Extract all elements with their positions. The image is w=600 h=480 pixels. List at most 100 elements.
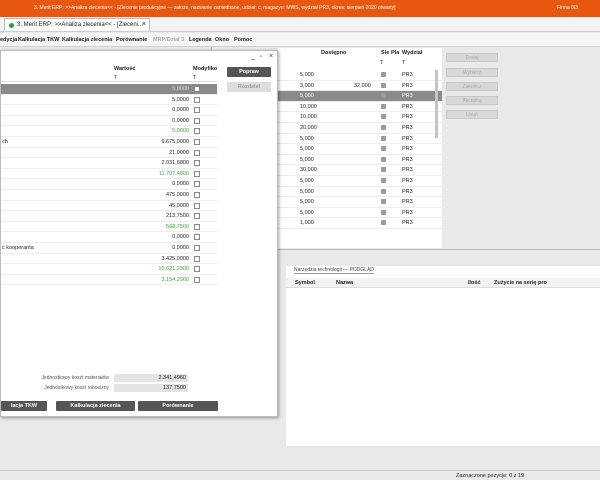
table-row[interactable]: 10,000 PR3 — [278, 102, 442, 113]
table-row[interactable]: 3.425,0000 — [1, 254, 217, 265]
modify-checkbox[interactable] — [194, 213, 200, 220]
table-row[interactable]: ć kooperanta 0,0000 — [1, 243, 217, 254]
modify-checkbox[interactable] — [194, 117, 200, 124]
close-icon[interactable]: × — [142, 21, 146, 28]
table-row[interactable]: 475,0000 — [1, 190, 217, 201]
table-row[interactable]: 5,000 PR3 — [278, 155, 442, 166]
table-row[interactable]: 3.154,2960 — [1, 275, 217, 286]
select-button[interactable]: Wybierz — [446, 68, 498, 77]
modify-checkbox[interactable] — [194, 266, 200, 273]
filter-modyfikacja[interactable]: T — [193, 75, 196, 81]
table-row[interactable]: 0,0000 — [1, 105, 217, 116]
kalkulacja-zlecenia-button[interactable]: Kalkulacja zlecenia — [56, 401, 135, 411]
modify-checkbox[interactable] — [194, 160, 200, 167]
horizontal-splitter[interactable] — [278, 249, 600, 250]
popraw-button[interactable]: Popraw — [227, 67, 271, 77]
lock-icon — [381, 156, 386, 162]
menu-okno[interactable]: Okno — [215, 37, 229, 43]
lock-icon — [381, 135, 386, 141]
filter-sle[interactable]: T — [380, 60, 383, 66]
modify-checkbox[interactable] — [194, 107, 200, 114]
row-wydzial: PR3 — [402, 156, 413, 163]
lock-icon — [381, 220, 386, 226]
table-row[interactable]: 10,000 PR3 — [278, 112, 442, 123]
menu-edycja[interactable]: edycja — [0, 37, 17, 43]
table-row[interactable]: 0,0000 — [1, 232, 217, 243]
tab-analiza-zlecenia[interactable]: 3. Merit ERP: >>Analiza zlecenia<< - [Zl… — [4, 18, 150, 31]
close-icon[interactable]: × — [269, 53, 273, 60]
filter-wydzial[interactable]: T — [402, 60, 405, 66]
kalkulacja-tkw-button[interactable]: lacja TKW — [1, 401, 47, 411]
modify-checkbox[interactable] — [194, 170, 200, 177]
row-dostepno: 10,000 — [300, 114, 317, 121]
table-row[interactable]: 11.707,4800 — [1, 169, 217, 180]
table-row[interactable]: 5,000 PR3 — [278, 187, 442, 198]
finish-button[interactable]: Zakończ — [446, 82, 498, 91]
table-row[interactable]: 5,000 PR3 — [278, 144, 442, 155]
table-row[interactable]: 0,0000 — [1, 179, 217, 190]
minimize-icon[interactable]: _ — [251, 53, 255, 60]
menu-mrp: MRP/Dział 3 — [153, 37, 185, 43]
menu-kalkulacja-zlecenia[interactable]: Kalkulacja zlecenia — [62, 37, 112, 43]
table-row[interactable]: 5,000 PR3 — [278, 91, 442, 102]
modify-checkbox[interactable] — [194, 191, 200, 198]
table-row[interactable]: 5,000 PR3 — [278, 208, 442, 219]
row-dostepno: 5,000 — [300, 209, 314, 216]
lock-icon — [381, 178, 386, 183]
row-wydzial: PR3 — [402, 125, 413, 131]
window-title: 3. Merit ERP: >>Analiza zlecenia<< - [Zl… — [34, 5, 396, 11]
table-row[interactable]: 15.621,2300 — [1, 264, 217, 275]
modify-checkbox[interactable] — [194, 128, 200, 135]
table-row[interactable]: 5,000 PR3 — [278, 197, 442, 208]
modify-checkbox[interactable] — [194, 234, 200, 241]
row-value: 11.707,4800 — [158, 170, 189, 177]
modify-checkbox[interactable] — [194, 223, 200, 230]
modify-checkbox[interactable] — [194, 149, 200, 156]
table-row[interactable]: 21,0000 — [1, 148, 217, 159]
menu-legenda[interactable]: Legenda — [189, 37, 212, 43]
dialog-rows: 5,0000 5,0000 0,0000 0,0000 5,0000 ch 9.675,00… — [1, 84, 217, 286]
menu-porownanie[interactable]: Porównanie — [116, 37, 147, 43]
modify-checkbox[interactable] — [194, 255, 200, 262]
table-row[interactable]: 30,000 PR3 — [278, 165, 442, 176]
modify-checkbox[interactable] — [194, 202, 200, 209]
table-row[interactable]: 1,000 PR3 — [278, 218, 442, 229]
table-row[interactable]: 568,7500 — [1, 222, 217, 233]
table-row[interactable]: 2.031,6800 — [1, 158, 217, 169]
row-wydzial: PR3 — [402, 220, 413, 227]
row-value: 0,0000 — [172, 181, 189, 188]
modify-checkbox[interactable] — [194, 86, 200, 92]
modify-checkbox[interactable] — [194, 138, 200, 145]
table-row[interactable]: 45,0000 — [1, 201, 217, 212]
menu-pomoc[interactable]: Pomoc — [234, 37, 252, 43]
table-row[interactable]: 5,0000 — [1, 126, 217, 137]
table-row[interactable]: 0,0000 — [1, 116, 217, 127]
filter-wartosc[interactable]: T — [114, 75, 117, 81]
table-row[interactable]: 5,000 PR3 — [278, 70, 442, 81]
modify-checkbox[interactable] — [194, 181, 200, 188]
restore-icon[interactable]: ▫ — [260, 54, 262, 60]
tab-tech-tools[interactable]: Narzędzia technologii — PODGLĄD — [294, 267, 375, 274]
delete-button[interactable]: Usuń — [446, 110, 498, 119]
table-row[interactable]: 5,000 PR3 — [278, 134, 442, 145]
modify-checkbox[interactable] — [194, 96, 200, 103]
grid-scrollbar[interactable] — [435, 70, 438, 138]
rozdziel-button[interactable]: Rozdziel — [227, 82, 271, 92]
lock-icon — [381, 82, 386, 88]
accept-button[interactable]: Akceptuj — [446, 96, 498, 105]
row-dostepno: 5,000 — [300, 188, 314, 195]
table-row[interactable]: ch 9.675,0000 — [1, 137, 217, 148]
modify-checkbox[interactable] — [194, 244, 200, 251]
table-row[interactable]: 5,000 PR3 — [278, 176, 442, 187]
header-pla: Pla — [391, 50, 400, 56]
table-row[interactable]: 5,0000 — [1, 95, 217, 106]
menu-kalkulacja-tkw[interactable]: Kalkulacja TKW — [18, 37, 59, 43]
table-row[interactable]: 3,000 32,000 PR3 — [278, 81, 442, 92]
status-dot-icon — [9, 22, 14, 28]
porownanie-button[interactable]: Porównanie — [138, 401, 218, 411]
table-row[interactable]: 20,000 PR3 — [278, 123, 442, 134]
add-button[interactable]: Dodaj — [446, 53, 498, 62]
table-row[interactable]: 213,7500 — [1, 211, 217, 222]
table-row[interactable]: 5,0000 — [1, 84, 217, 95]
modify-checkbox[interactable] — [194, 276, 200, 283]
